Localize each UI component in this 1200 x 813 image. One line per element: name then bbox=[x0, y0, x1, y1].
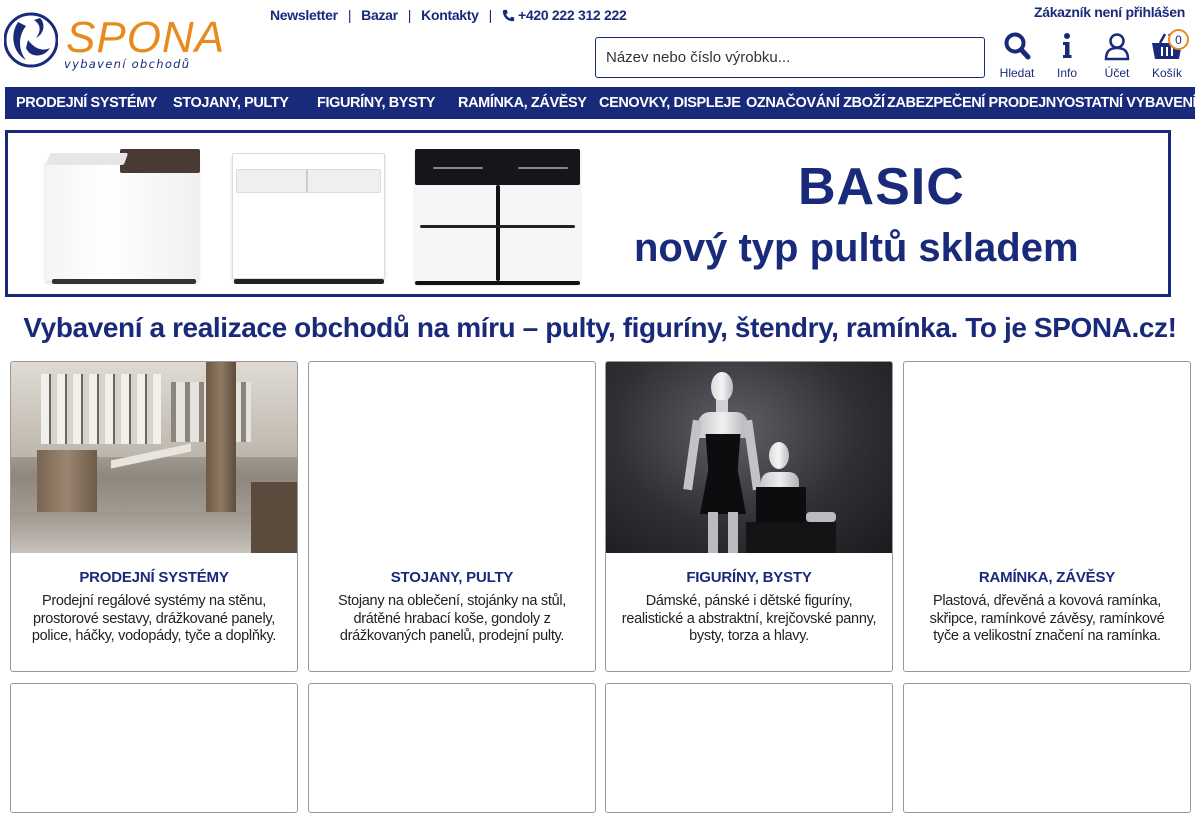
logo-tagline: vybavení obchodů bbox=[64, 57, 191, 71]
top-links: Newsletter | Bazar | Kontakty | +420 222… bbox=[270, 6, 627, 24]
account-button[interactable]: Účet bbox=[1092, 31, 1142, 83]
header: SPONA vybavení obchodů Newsletter | Baza… bbox=[0, 0, 1200, 87]
nav-item-figuriny-bysty[interactable]: Figuríny, bysty bbox=[317, 95, 435, 111]
card-title: Stojany, pulty bbox=[390, 569, 514, 586]
category-card[interactable] bbox=[308, 683, 596, 813]
banner-title: BASIC bbox=[798, 158, 965, 216]
kontakty-link[interactable]: Kontakty bbox=[421, 7, 479, 23]
card-description: Dámské, pánské i dětské figuríny, realis… bbox=[621, 593, 877, 644]
phone-icon bbox=[502, 9, 515, 21]
phone-number: +420 222 312 222 bbox=[517, 7, 627, 23]
nav-item-ostatni-vybaveni[interactable]: Ostatní vybavení bbox=[1064, 95, 1197, 111]
page-headline: Vybavení a realizace obchodů na míru – p… bbox=[23, 312, 1177, 343]
customer-status[interactable]: Zákazník není přihlášen bbox=[1034, 4, 1185, 20]
newsletter-link[interactable]: Newsletter bbox=[270, 7, 338, 23]
card-description: Plastová, dřevěná a kovová ramínka, skři… bbox=[929, 593, 1165, 644]
user-icon bbox=[1104, 33, 1130, 61]
category-card-prodejni-systemy[interactable]: Prodejní systémy Prodejní regálové systé… bbox=[10, 361, 298, 672]
separator: | bbox=[347, 7, 352, 23]
logo-mark-icon bbox=[4, 12, 58, 68]
info-button-label: Info bbox=[1056, 66, 1077, 80]
search-icon bbox=[1004, 32, 1031, 60]
info-button[interactable]: Info bbox=[1042, 31, 1092, 83]
banner-subtitle: nový typ pultů skladem bbox=[634, 226, 1079, 270]
category-card-stojany-pulty[interactable]: Stojany, pulty Stojany na oblečení, stoj… bbox=[308, 361, 596, 672]
header-icons: Hledat Info Účet Košík 0 bbox=[992, 29, 1192, 83]
promo-banner[interactable]: BASIC nový typ pultů skladem bbox=[5, 130, 1171, 297]
search-input[interactable] bbox=[595, 37, 985, 78]
nav-item-oznacovani-zbozi[interactable]: Označování zboží bbox=[746, 95, 885, 111]
category-card-figuriny-bysty[interactable]: Figuríny, bysty Dámské, pánské i dětské … bbox=[605, 361, 893, 672]
main-nav: Prodejní systémy Stojany, pulty Figuríny… bbox=[5, 87, 1197, 119]
separator: | bbox=[407, 7, 412, 23]
separator: | bbox=[488, 7, 493, 23]
mannequins-image bbox=[606, 362, 892, 553]
card-title: Prodejní systémy bbox=[79, 569, 229, 586]
info-icon bbox=[1063, 33, 1072, 58]
card-description: Stojany na oblečení, stojánky na stůl, d… bbox=[338, 593, 566, 644]
nav-item-raminka-zavesy[interactable]: Ramínka, závěsy bbox=[458, 95, 587, 111]
account-button-label: Účet bbox=[1104, 66, 1130, 80]
search-button[interactable]: Hledat bbox=[992, 31, 1042, 83]
bazar-link[interactable]: Bazar bbox=[361, 7, 398, 23]
category-card[interactable] bbox=[10, 683, 298, 813]
category-card[interactable] bbox=[605, 683, 893, 813]
cart-button[interactable]: Košík 0 bbox=[1142, 29, 1192, 83]
category-card[interactable] bbox=[903, 683, 1191, 813]
card-title: Ramínka, závěsy bbox=[978, 569, 1116, 586]
cart-button-label: Košík bbox=[1151, 66, 1182, 80]
phone-link[interactable]: +420 222 312 222 bbox=[502, 7, 627, 23]
nav-item-zabezpeceni-prodejny[interactable]: Zabezpečení prodejny bbox=[887, 95, 1066, 111]
store-interior-image bbox=[11, 362, 297, 553]
search-button-label: Hledat bbox=[999, 66, 1035, 80]
nav-item-cenovky-displeje[interactable]: Cenovky, displeje bbox=[599, 95, 741, 111]
card-image-placeholder bbox=[904, 362, 1190, 553]
cart-count-badge: 0 bbox=[1168, 29, 1189, 50]
card-image-placeholder bbox=[309, 362, 595, 553]
card-title: Figuríny, bysty bbox=[686, 569, 812, 586]
nav-item-stojany-pulty[interactable]: Stojany, pulty bbox=[173, 95, 289, 111]
nav-item-prodejni-systemy[interactable]: Prodejní systémy bbox=[16, 95, 157, 111]
logo-text: SPONA bbox=[66, 13, 226, 62]
logo[interactable]: SPONA vybavení obchodů bbox=[4, 10, 224, 72]
card-description: Prodejní regálové systémy na stěnu, pros… bbox=[31, 593, 277, 644]
category-card-raminka-zavesy[interactable]: Ramínka, závěsy Plastová, dřevěná a kovo… bbox=[903, 361, 1191, 672]
